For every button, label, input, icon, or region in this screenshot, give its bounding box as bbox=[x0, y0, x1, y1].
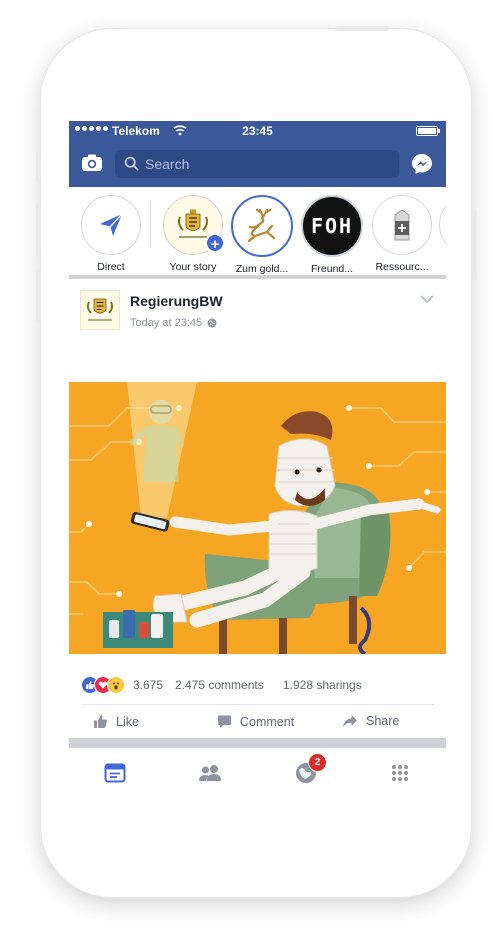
story-direct[interactable]: Direct bbox=[79, 195, 143, 273]
tab-notifications[interactable]: 2 bbox=[294, 753, 327, 785]
battery-icon bbox=[416, 126, 440, 136]
phone-side-button bbox=[36, 152, 41, 182]
story-label: Ressourc... bbox=[375, 261, 429, 273]
comment-label: Comment bbox=[240, 714, 295, 729]
actions-divider bbox=[81, 704, 434, 705]
shares-count[interactable]: 1.928 sharings bbox=[283, 678, 362, 692]
story-zum-gold[interactable]: Zum gold... bbox=[230, 195, 294, 275]
chevron-down-icon[interactable] bbox=[420, 295, 434, 304]
story-your-story[interactable]: + Your story bbox=[161, 195, 225, 273]
reaction-icons bbox=[81, 676, 125, 694]
story-avatar bbox=[81, 195, 141, 255]
share-icon bbox=[343, 715, 357, 727]
wow-reaction-icon bbox=[107, 676, 125, 694]
comment-icon bbox=[218, 715, 231, 728]
tab-news-feed[interactable] bbox=[103, 761, 127, 785]
bottom-tab-bar: 2 bbox=[69, 749, 446, 799]
news-feed-icon bbox=[104, 763, 126, 783]
stories-tray: Direct + Your story Zum gold... FOH Freu… bbox=[69, 187, 446, 275]
story-partial[interactable] bbox=[437, 195, 446, 255]
stories-divider bbox=[150, 201, 151, 247]
like-icon bbox=[94, 715, 107, 728]
section-separator bbox=[69, 738, 446, 748]
direct-send-icon bbox=[100, 213, 123, 236]
story-label: Your story bbox=[169, 261, 217, 273]
story-avatar bbox=[439, 195, 446, 255]
camera-icon[interactable] bbox=[81, 153, 103, 173]
avatar[interactable] bbox=[80, 290, 120, 330]
story-ressourcen[interactable]: Ressourc... bbox=[370, 195, 434, 273]
section-separator bbox=[69, 275, 446, 279]
top-nav-bar: Search bbox=[69, 141, 446, 187]
like-button[interactable]: Like bbox=[93, 714, 139, 729]
phone-side-button bbox=[36, 270, 41, 322]
deer-logo-icon bbox=[247, 208, 276, 243]
search-input[interactable]: Search bbox=[115, 150, 399, 178]
search-placeholder: Search bbox=[145, 156, 190, 172]
messenger-icon[interactable] bbox=[410, 152, 434, 176]
menu-grid-icon bbox=[392, 765, 408, 781]
coat-of-arms-icon bbox=[86, 298, 114, 321]
comments-count[interactable]: 2.475 comments bbox=[175, 678, 264, 692]
friends-icon bbox=[199, 765, 221, 781]
story-label: Zum gold... bbox=[235, 263, 289, 275]
story-freunde[interactable]: FOH Freund... bbox=[300, 195, 364, 275]
comment-button[interactable]: Comment bbox=[217, 714, 294, 729]
status-bar: Telekom 23:45 bbox=[69, 121, 446, 141]
story-avatar bbox=[372, 195, 432, 255]
share-button[interactable]: Share bbox=[342, 714, 399, 728]
clock: 23:45 bbox=[242, 124, 273, 138]
post-timestamp[interactable]: Today at 23:45 bbox=[130, 317, 202, 329]
search-icon bbox=[124, 156, 139, 171]
tab-friends[interactable] bbox=[198, 761, 222, 785]
phone-side-button bbox=[36, 204, 41, 256]
story-label: Freund... bbox=[310, 263, 354, 275]
post-actions: Like Comment Share bbox=[69, 707, 446, 739]
post-author[interactable]: RegierungBW bbox=[130, 293, 223, 309]
reactions-bar[interactable]: 3.675 2.475 comments 1.928 sharings bbox=[69, 666, 446, 706]
like-label: Like bbox=[116, 714, 139, 729]
share-label: Share bbox=[366, 714, 400, 728]
post-meta: Today at 23:45 bbox=[130, 317, 217, 329]
reaction-count: 3.675 bbox=[133, 678, 164, 692]
story-avatar bbox=[231, 195, 293, 257]
post-image[interactable] bbox=[69, 382, 446, 654]
notification-badge: 2 bbox=[308, 753, 327, 772]
story-label: Direct bbox=[97, 261, 125, 273]
milk-carton-icon bbox=[394, 209, 410, 241]
tab-menu[interactable] bbox=[388, 761, 412, 785]
illustration-bandaged-man bbox=[69, 382, 446, 654]
story-avatar: FOH bbox=[301, 195, 363, 257]
app-screen: Telekom 23:45 Search Direct + Your story bbox=[69, 121, 446, 811]
phone-speaker bbox=[335, 26, 389, 31]
globe-icon bbox=[207, 318, 217, 328]
phone-side-button bbox=[472, 210, 477, 280]
plus-icon[interactable]: + bbox=[205, 233, 225, 253]
story-logo-text: FOH bbox=[310, 214, 354, 238]
post-header: RegierungBW Today at 23:45 bbox=[69, 281, 446, 341]
